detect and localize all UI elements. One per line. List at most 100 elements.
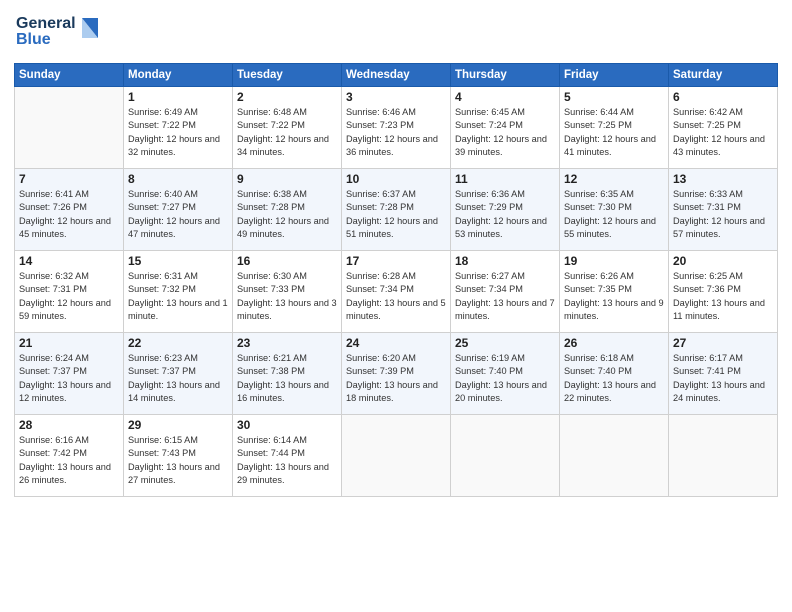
calendar-cell: 23 Sunrise: 6:21 AMSunset: 7:38 PMDayligh… xyxy=(233,333,342,415)
day-number: 6 xyxy=(673,90,773,104)
day-number: 30 xyxy=(237,418,337,432)
calendar-cell: 6 Sunrise: 6:42 AMSunset: 7:25 PMDaylight… xyxy=(669,87,778,169)
day-info: Sunrise: 6:31 AMSunset: 7:32 PMDaylight:… xyxy=(128,270,228,323)
calendar-week-2: 14 Sunrise: 6:32 AMSunset: 7:31 PMDayligh… xyxy=(15,251,778,333)
calendar-cell: 4 Sunrise: 6:45 AMSunset: 7:24 PMDaylight… xyxy=(451,87,560,169)
day-info: Sunrise: 6:38 AMSunset: 7:28 PMDaylight:… xyxy=(237,188,337,241)
day-info: Sunrise: 6:21 AMSunset: 7:38 PMDaylight:… xyxy=(237,352,337,405)
day-number: 8 xyxy=(128,172,228,186)
day-number: 7 xyxy=(19,172,119,186)
day-number: 13 xyxy=(673,172,773,186)
day-info: Sunrise: 6:49 AMSunset: 7:22 PMDaylight:… xyxy=(128,106,228,159)
day-number: 19 xyxy=(564,254,664,268)
calendar-cell: 30 Sunrise: 6:14 AMSunset: 7:44 PMDayligh… xyxy=(233,415,342,497)
calendar-cell: 3Sunrise: 6:46 AMSunset: 7:23 PMDaylight… xyxy=(342,87,451,169)
weekday-friday: Friday xyxy=(560,64,669,87)
logo: General Blue xyxy=(14,10,104,57)
day-info: Sunrise: 6:17 AMSunset: 7:41 PMDaylight:… xyxy=(673,352,773,405)
calendar-table: SundayMondayTuesdayWednesdayThursdayFrid… xyxy=(14,63,778,497)
calendar-cell: 25Sunrise: 6:19 AMSunset: 7:40 PMDayligh… xyxy=(451,333,560,415)
calendar-cell: 28 Sunrise: 6:16 AMSunset: 7:42 PMDayligh… xyxy=(15,415,124,497)
day-info: Sunrise: 6:37 AMSunset: 7:28 PMDaylight:… xyxy=(346,188,446,241)
day-number: 29 xyxy=(128,418,228,432)
calendar-cell xyxy=(342,415,451,497)
calendar-cell: 27 Sunrise: 6:17 AMSunset: 7:41 PMDayligh… xyxy=(669,333,778,415)
header: General Blue xyxy=(14,10,778,57)
day-info: Sunrise: 6:14 AMSunset: 7:44 PMDaylight:… xyxy=(237,434,337,487)
day-info: Sunrise: 6:18 AMSunset: 7:40 PMDaylight:… xyxy=(564,352,664,405)
day-number: 14 xyxy=(19,254,119,268)
day-info: Sunrise: 6:44 AMSunset: 7:25 PMDaylight:… xyxy=(564,106,664,159)
calendar-cell: 15 Sunrise: 6:31 AMSunset: 7:32 PMDayligh… xyxy=(124,251,233,333)
day-info: Sunrise: 6:16 AMSunset: 7:42 PMDaylight:… xyxy=(19,434,119,487)
day-number: 11 xyxy=(455,172,555,186)
weekday-wednesday: Wednesday xyxy=(342,64,451,87)
calendar-cell: 2Sunrise: 6:48 AMSunset: 7:22 PMDaylight… xyxy=(233,87,342,169)
calendar-cell: 20 Sunrise: 6:25 AMSunset: 7:36 PMDayligh… xyxy=(669,251,778,333)
calendar-cell: 29 Sunrise: 6:15 AMSunset: 7:43 PMDayligh… xyxy=(124,415,233,497)
day-info: Sunrise: 6:35 AMSunset: 7:30 PMDaylight:… xyxy=(564,188,664,241)
calendar-cell: 7 Sunrise: 6:41 AMSunset: 7:26 PMDaylight… xyxy=(15,169,124,251)
day-number: 28 xyxy=(19,418,119,432)
day-number: 15 xyxy=(128,254,228,268)
day-info: Sunrise: 6:19 AMSunset: 7:40 PMDaylight:… xyxy=(455,352,555,405)
day-info: Sunrise: 6:40 AMSunset: 7:27 PMDaylight:… xyxy=(128,188,228,241)
day-number: 20 xyxy=(673,254,773,268)
calendar-cell xyxy=(451,415,560,497)
day-number: 12 xyxy=(564,172,664,186)
calendar-cell: 9 Sunrise: 6:38 AMSunset: 7:28 PMDaylight… xyxy=(233,169,342,251)
weekday-header-row: SundayMondayTuesdayWednesdayThursdayFrid… xyxy=(15,64,778,87)
calendar-cell: 18 Sunrise: 6:27 AMSunset: 7:34 PMDayligh… xyxy=(451,251,560,333)
calendar-cell xyxy=(669,415,778,497)
svg-text:Blue: Blue xyxy=(16,31,51,48)
calendar-cell: 1 Sunrise: 6:49 AMSunset: 7:22 PMDaylight… xyxy=(124,87,233,169)
day-info: Sunrise: 6:42 AMSunset: 7:25 PMDaylight:… xyxy=(673,106,773,159)
calendar-cell: 12 Sunrise: 6:35 AMSunset: 7:30 PMDayligh… xyxy=(560,169,669,251)
day-info: Sunrise: 6:26 AMSunset: 7:35 PMDaylight:… xyxy=(564,270,664,323)
calendar-cell xyxy=(560,415,669,497)
calendar-cell: 26 Sunrise: 6:18 AMSunset: 7:40 PMDayligh… xyxy=(560,333,669,415)
calendar-cell: 14 Sunrise: 6:32 AMSunset: 7:31 PMDayligh… xyxy=(15,251,124,333)
day-number: 4 xyxy=(455,90,555,104)
calendar-cell: 16 Sunrise: 6:30 AMSunset: 7:33 PMDayligh… xyxy=(233,251,342,333)
day-info: Sunrise: 6:27 AMSunset: 7:34 PMDaylight:… xyxy=(455,270,555,323)
day-info: Sunrise: 6:30 AMSunset: 7:33 PMDaylight:… xyxy=(237,270,337,323)
day-info: Sunrise: 6:45 AMSunset: 7:24 PMDaylight:… xyxy=(455,106,555,159)
day-number: 18 xyxy=(455,254,555,268)
calendar-cell: 13 Sunrise: 6:33 AMSunset: 7:31 PMDayligh… xyxy=(669,169,778,251)
day-number: 16 xyxy=(237,254,337,268)
day-number: 10 xyxy=(346,172,446,186)
day-number: 2 xyxy=(237,90,337,104)
calendar-week-1: 7 Sunrise: 6:41 AMSunset: 7:26 PMDaylight… xyxy=(15,169,778,251)
day-number: 27 xyxy=(673,336,773,350)
day-info: Sunrise: 6:15 AMSunset: 7:43 PMDaylight:… xyxy=(128,434,228,487)
logo-svg: General Blue xyxy=(14,10,104,52)
weekday-tuesday: Tuesday xyxy=(233,64,342,87)
day-info: Sunrise: 6:41 AMSunset: 7:26 PMDaylight:… xyxy=(19,188,119,241)
calendar-week-4: 28 Sunrise: 6:16 AMSunset: 7:42 PMDayligh… xyxy=(15,415,778,497)
day-info: Sunrise: 6:33 AMSunset: 7:31 PMDaylight:… xyxy=(673,188,773,241)
calendar-cell: 17 Sunrise: 6:28 AMSunset: 7:34 PMDayligh… xyxy=(342,251,451,333)
calendar-cell: 11 Sunrise: 6:36 AMSunset: 7:29 PMDayligh… xyxy=(451,169,560,251)
day-info: Sunrise: 6:23 AMSunset: 7:37 PMDaylight:… xyxy=(128,352,228,405)
weekday-saturday: Saturday xyxy=(669,64,778,87)
calendar-cell: 21Sunrise: 6:24 AMSunset: 7:37 PMDayligh… xyxy=(15,333,124,415)
weekday-sunday: Sunday xyxy=(15,64,124,87)
calendar-cell: 22 Sunrise: 6:23 AMSunset: 7:37 PMDayligh… xyxy=(124,333,233,415)
day-info: Sunrise: 6:32 AMSunset: 7:31 PMDaylight:… xyxy=(19,270,119,323)
day-number: 1 xyxy=(128,90,228,104)
calendar-cell: 24Sunrise: 6:20 AMSunset: 7:39 PMDayligh… xyxy=(342,333,451,415)
day-info: Sunrise: 6:36 AMSunset: 7:29 PMDaylight:… xyxy=(455,188,555,241)
day-info: Sunrise: 6:25 AMSunset: 7:36 PMDaylight:… xyxy=(673,270,773,323)
day-number: 23 xyxy=(237,336,337,350)
day-number: 22 xyxy=(128,336,228,350)
day-number: 17 xyxy=(346,254,446,268)
day-number: 26 xyxy=(564,336,664,350)
weekday-monday: Monday xyxy=(124,64,233,87)
day-info: Sunrise: 6:28 AMSunset: 7:34 PMDaylight:… xyxy=(346,270,446,323)
calendar-cell: 19 Sunrise: 6:26 AMSunset: 7:35 PMDayligh… xyxy=(560,251,669,333)
calendar-cell xyxy=(15,87,124,169)
day-number: 9 xyxy=(237,172,337,186)
day-number: 3 xyxy=(346,90,446,104)
svg-text:General: General xyxy=(16,15,76,32)
